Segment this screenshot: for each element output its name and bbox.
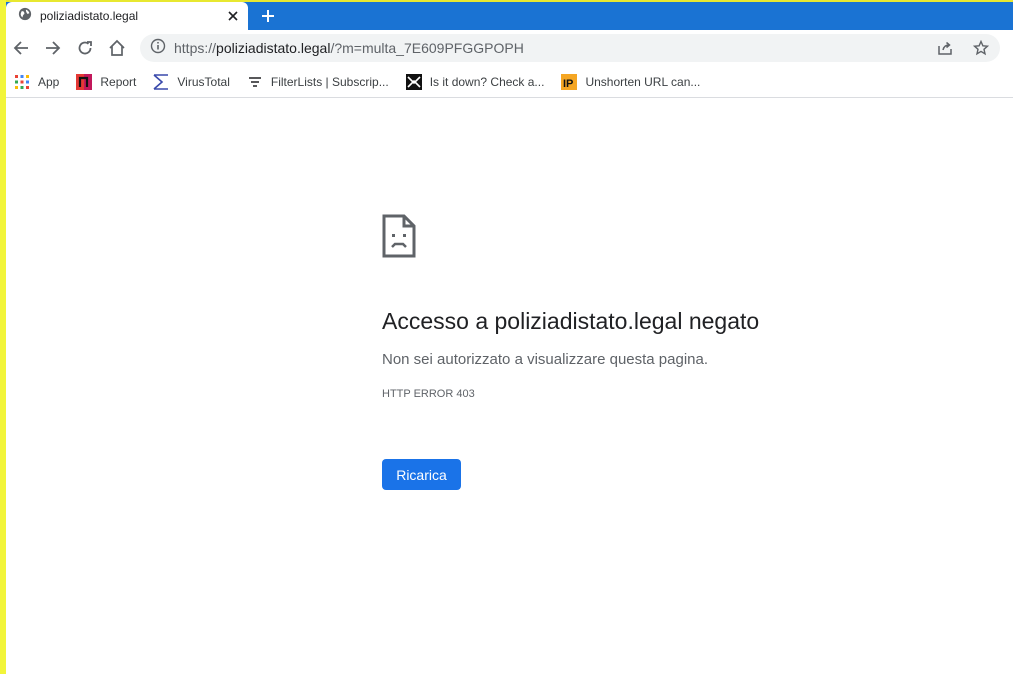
bookmark-report[interactable]: Report bbox=[76, 73, 137, 90]
bookmark-isitdown[interactable]: Is it down? Check a... bbox=[405, 73, 545, 90]
error-description: Non sei autorizzato a visualizzare quest… bbox=[382, 351, 709, 368]
svg-text:IP: IP bbox=[563, 78, 573, 90]
bookmark-label: Unshorten URL can... bbox=[585, 74, 701, 89]
new-tab-button[interactable] bbox=[256, 4, 280, 28]
apps-grid-icon bbox=[14, 74, 30, 90]
bookmark-app[interactable]: App bbox=[14, 74, 59, 90]
close-icon[interactable] bbox=[222, 5, 244, 27]
tab-strip: poliziadistato.legal bbox=[0, 0, 1013, 30]
bookmark-unshorten[interactable]: IP Unshorten URL can... bbox=[561, 73, 701, 90]
arrow-right-icon bbox=[46, 41, 61, 55]
url-scheme: https:// bbox=[174, 40, 217, 56]
tab-active[interactable]: poliziadistato.legal bbox=[6, 2, 248, 30]
error-page: Accesso a poliziadistato.legal negato No… bbox=[382, 214, 942, 490]
forward-button[interactable] bbox=[40, 35, 66, 61]
reload-icon bbox=[78, 41, 92, 55]
bookmark-filterlists[interactable]: FilterLists | Subscrip... bbox=[247, 74, 389, 90]
info-icon[interactable] bbox=[150, 38, 166, 59]
reload-button[interactable]: Ricarica bbox=[382, 459, 461, 490]
tab-title: poliziadistato.legal bbox=[40, 9, 139, 23]
bookmark-label: App bbox=[38, 74, 60, 89]
star-icon[interactable] bbox=[970, 37, 992, 59]
bookmark-label: VirusTotal bbox=[177, 74, 230, 89]
browser-toolbar: https://poliziadistato.legal/?m=multa_7E… bbox=[6, 30, 1013, 66]
reload-toolbar-button[interactable] bbox=[72, 35, 98, 61]
url-text[interactable]: https://poliziadistato.legal/?m=multa_7E… bbox=[174, 40, 524, 56]
bookmark-label: Is it down? Check a... bbox=[429, 74, 545, 89]
globe-icon bbox=[18, 7, 32, 26]
window-edge bbox=[0, 0, 6, 674]
share-icon[interactable] bbox=[934, 37, 956, 59]
ip-icon: IP bbox=[561, 73, 578, 90]
bookmark-virustotal[interactable]: VirusTotal bbox=[153, 73, 230, 90]
sad-document-icon bbox=[382, 214, 416, 258]
isitdown-icon bbox=[405, 73, 422, 90]
address-bar[interactable]: https://poliziadistato.legal/?m=multa_7E… bbox=[140, 34, 1000, 62]
error-code: HTTP ERROR 403 bbox=[382, 388, 475, 400]
error-title: Accesso a poliziadistato.legal negato bbox=[382, 308, 760, 334]
back-button[interactable] bbox=[8, 35, 34, 61]
report-icon bbox=[76, 73, 93, 90]
url-host: poliziadistato.legal bbox=[216, 40, 331, 56]
bookmark-label: Report bbox=[100, 74, 137, 89]
arrow-left-icon bbox=[13, 41, 28, 55]
url-path: /?m=multa_7E609PFGGPOPH bbox=[330, 40, 524, 56]
virustotal-icon bbox=[153, 73, 169, 90]
bookmarks-bar: App Report VirusTotal FilterLists | Subs… bbox=[6, 66, 1013, 98]
home-icon bbox=[109, 39, 125, 56]
bookmark-label: FilterLists | Subscrip... bbox=[270, 74, 389, 89]
filter-icon bbox=[247, 74, 263, 90]
home-button[interactable] bbox=[104, 35, 130, 61]
